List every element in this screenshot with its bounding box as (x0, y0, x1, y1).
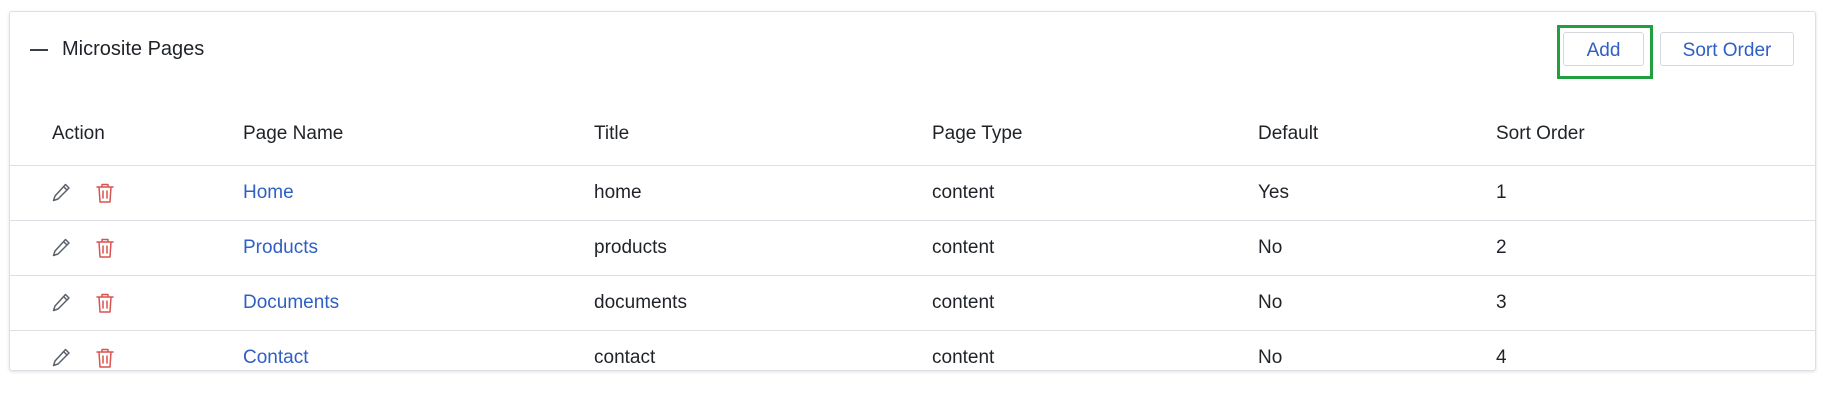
microsite-pages-panel: Microsite Pages Add Sort Order Action Pa… (9, 11, 1816, 371)
edit-pencil-icon[interactable] (50, 346, 72, 370)
default-cell: No (1258, 292, 1283, 313)
edit-pencil-icon[interactable] (50, 181, 72, 205)
edit-pencil-icon[interactable] (50, 236, 72, 260)
collapse-minus-icon[interactable] (30, 49, 48, 51)
page-type-cell: content (932, 237, 995, 258)
edit-pencil-icon[interactable] (50, 291, 72, 315)
delete-trash-icon[interactable] (94, 236, 116, 260)
table-row: Documents documents content No 3 (10, 276, 1815, 331)
delete-trash-icon[interactable] (94, 346, 116, 370)
page-name-link[interactable]: Contact (243, 346, 308, 370)
column-header-title[interactable]: Title (594, 122, 629, 146)
column-header-page-name[interactable]: Page Name (243, 122, 343, 146)
default-cell: No (1258, 347, 1283, 368)
default-cell: No (1258, 237, 1283, 258)
pages-table: Action Page Name Title Page Type Default… (10, 86, 1815, 385)
add-button[interactable]: Add (1563, 32, 1644, 66)
title-cell: products (594, 237, 667, 258)
page-type-cell: content (932, 292, 995, 313)
panel-title: Microsite Pages (62, 38, 205, 60)
table-header: Action Page Name Title Page Type Default… (10, 86, 1815, 166)
column-header-page-type[interactable]: Page Type (932, 122, 1023, 146)
table-body: Home home content Yes 1 Products product… (10, 166, 1815, 385)
page-type-cell: content (932, 347, 995, 368)
delete-trash-icon[interactable] (94, 291, 116, 315)
sort-order-cell: 2 (1496, 237, 1507, 258)
sort-order-cell: 4 (1496, 347, 1507, 368)
table-row: Products products content No 2 (10, 221, 1815, 276)
sort-order-cell: 3 (1496, 292, 1507, 313)
delete-trash-icon[interactable] (94, 181, 116, 205)
page-name-link[interactable]: Documents (243, 291, 339, 315)
column-header-action: Action (52, 123, 105, 144)
sort-order-button[interactable]: Sort Order (1660, 32, 1794, 66)
column-header-sort-order[interactable]: Sort Order (1496, 122, 1585, 146)
table-row: Contact contact content No 4 (10, 331, 1815, 385)
title-cell: documents (594, 292, 687, 313)
column-header-default[interactable]: Default (1258, 122, 1318, 146)
page-name-link[interactable]: Products (243, 236, 318, 260)
table-row: Home home content Yes 1 (10, 166, 1815, 221)
page-type-cell: content (932, 182, 995, 203)
page-name-link[interactable]: Home (243, 181, 294, 205)
panel-header: Microsite Pages Add Sort Order (10, 12, 1815, 86)
title-cell: home (594, 182, 642, 203)
default-cell: Yes (1258, 182, 1289, 203)
sort-order-cell: 1 (1496, 182, 1507, 203)
title-cell: contact (594, 347, 656, 368)
